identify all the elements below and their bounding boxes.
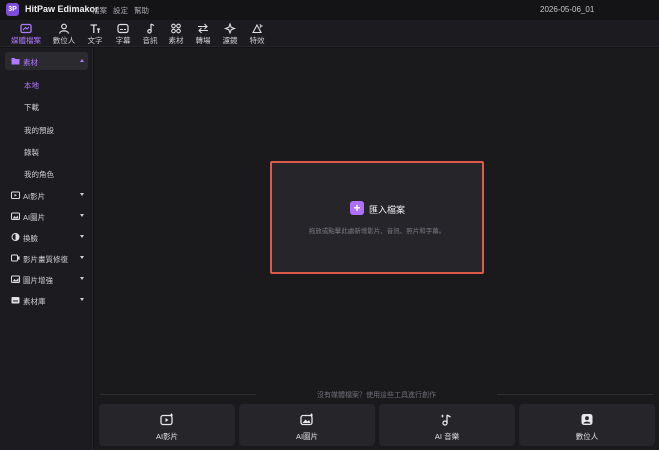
video-enhance-icon (11, 254, 20, 262)
ai-video-label: AI影片 (155, 432, 179, 441)
effects-icon (252, 23, 263, 34)
sidebar-item-downloads[interactable]: 下載 (24, 102, 39, 113)
project-name: 2026-05-06_01 (540, 5, 595, 14)
chevron-down-icon (80, 214, 84, 217)
ai-image-button[interactable]: AI圖片 (239, 404, 375, 446)
digital-human-icon (581, 414, 593, 425)
import-drop-zone[interactable]: + 匯入檔案 拖放或點擊此處新增影片、音訊、照片和字幕。 (270, 161, 484, 274)
text-icon (90, 24, 100, 33)
image-enhance-icon (11, 275, 20, 283)
menu-file[interactable]: 檔案 (92, 5, 107, 16)
sidebar-item-ai-image[interactable]: AI圖片 (5, 207, 88, 225)
toolbar: 媒體檔案 數位人 文字 字幕 音訊 素材 轉場 濾鏡 特效 (0, 20, 659, 47)
create-prompt: 沒有媒體檔案？使用這些工具進行創作 (317, 392, 436, 399)
folder-icon (11, 58, 20, 65)
tab-label: 媒體檔案 (11, 36, 41, 45)
sidebar-item-image-enhance[interactable]: 圖片增強 (5, 270, 88, 288)
avatar-icon (58, 23, 70, 34)
ai-video-icon (160, 413, 173, 426)
library-icon (11, 297, 20, 304)
plus-icon: + (350, 201, 364, 215)
sidebar-item-library[interactable]: 素材庫 (5, 291, 88, 309)
sidebar-item-label: 影片畫質修復 (23, 255, 68, 264)
ai-video-button[interactable]: AI影片 (99, 404, 235, 446)
app-logo: 3P (6, 3, 19, 16)
sidebar-item-label: 圖片增強 (23, 276, 53, 285)
ai-image-icon (300, 413, 313, 426)
tab-media[interactable]: 媒體檔案 (8, 22, 44, 46)
sidebar-item-video-enhance[interactable]: 影片畫質修復 (5, 249, 88, 267)
menu-help[interactable]: 幫助 (134, 5, 149, 16)
import-label: 匯入檔案 (369, 205, 406, 215)
chevron-down-icon (80, 193, 84, 196)
chevron-down-icon (80, 256, 84, 259)
digital-human-label: 數位人 (575, 432, 599, 441)
sidebar-item-label: 換臉 (23, 234, 38, 243)
sidebar-item-presets[interactable]: 我的預設 (24, 125, 54, 136)
ai-music-button[interactable]: AI 音樂 (379, 404, 515, 446)
sidebar-item-local[interactable]: 本地 (24, 80, 39, 91)
subtitle-icon (117, 23, 129, 34)
music-icon (147, 23, 155, 34)
sidebar-head-elements[interactable]: 素材 (5, 52, 88, 70)
chevron-up-icon (80, 59, 84, 62)
sidebar-item-label: AI圖片 (23, 213, 46, 222)
tab-effects[interactable]: 特效 (239, 22, 275, 46)
drop-hint: 拖放或點擊此處新增影片、音訊、照片和字幕。 (308, 228, 446, 235)
ai-image-icon (11, 212, 20, 220)
divider-right (497, 394, 653, 395)
media-panel: + 匯入檔案 拖放或點擊此處新增影片、音訊、照片和字幕。 沒有媒體檔案？使用這些… (94, 48, 659, 450)
menu-settings[interactable]: 設定 (113, 5, 128, 16)
sidebar-item-label: 素材庫 (23, 297, 46, 306)
ai-music-label: AI 音樂 (434, 432, 460, 441)
ai-video-icon (11, 191, 20, 199)
sidebar-item-recording[interactable]: 錄製 (24, 147, 39, 158)
elements-icon (171, 23, 181, 34)
sidebar-item-face-swap[interactable]: 換臉 (5, 228, 88, 246)
digital-human-button[interactable]: 數位人 (519, 404, 655, 446)
sidebar-head-label: 素材 (23, 58, 38, 67)
media-icon (20, 23, 32, 34)
sidebar: 素材 本地 下載 我的預設 錄製 我的角色 AI影片 AI圖片 換臉 影片畫質修… (0, 48, 93, 450)
chevron-down-icon (80, 277, 84, 280)
ai-image-label: AI圖片 (295, 432, 319, 441)
sidebar-item-ai-video[interactable]: AI影片 (5, 186, 88, 204)
sidebar-item-characters[interactable]: 我的角色 (24, 169, 54, 180)
tab-label: 特效 (249, 36, 265, 45)
chevron-down-icon (80, 235, 84, 238)
title-bar: 3P HitPaw Edimakor 檔案 設定 幫助 2026-05-06_0… (0, 0, 659, 20)
transition-icon (198, 23, 208, 34)
ai-music-icon (440, 414, 451, 426)
face-swap-icon (11, 233, 20, 241)
sidebar-item-label: AI影片 (23, 192, 46, 201)
filter-icon (224, 23, 236, 34)
app-title: HitPaw Edimakor (25, 4, 99, 14)
chevron-down-icon (80, 298, 84, 301)
